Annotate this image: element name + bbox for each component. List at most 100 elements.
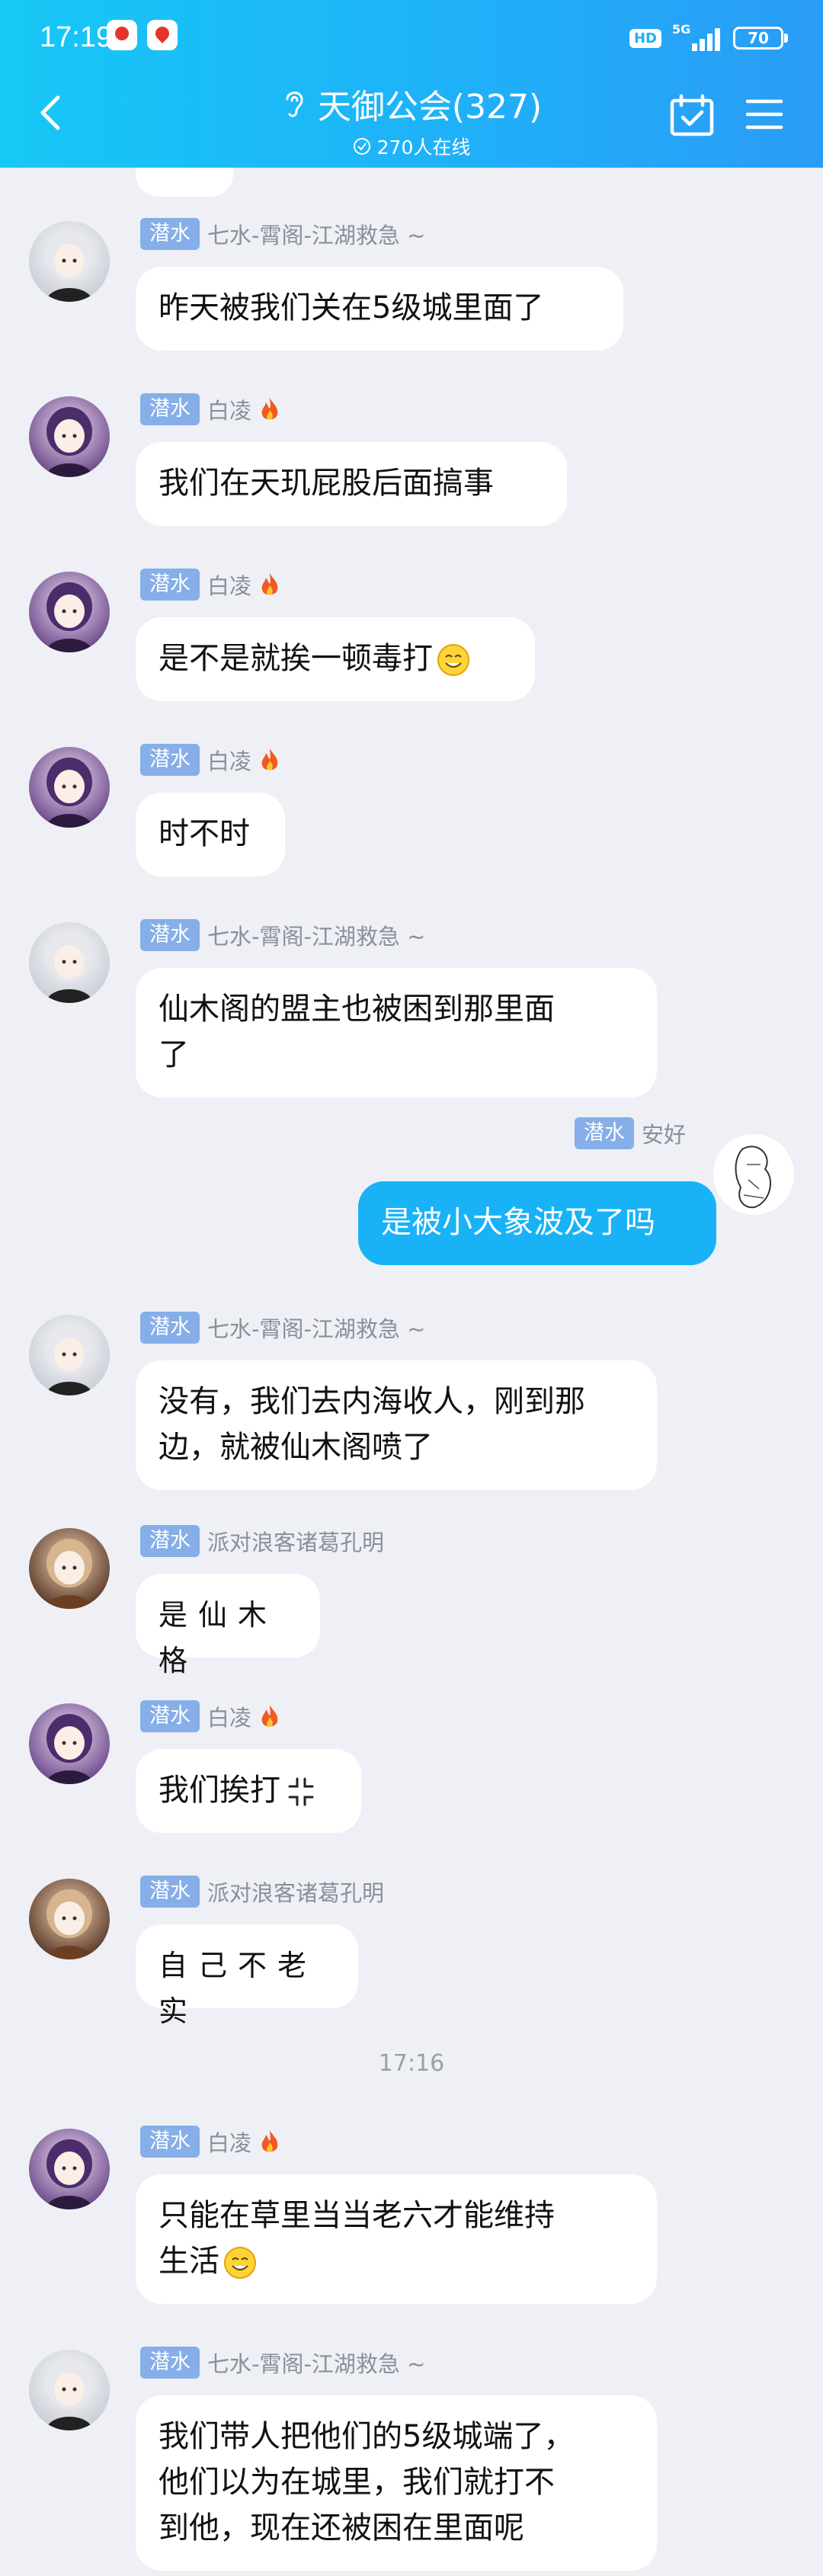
fire-icon xyxy=(261,2130,278,2152)
sender-line: 潜水 白凌 xyxy=(140,1699,280,1734)
status-time: 17:19 xyxy=(40,21,113,53)
sender-name[interactable]: 派对浪客诸葛孔明 xyxy=(207,1525,384,1557)
online-count: 270人在线 xyxy=(376,136,471,159)
message-text: 我们带人把他们的5级城端了， 他们以为在城里，我们就打不 到他，现在还被困在里面… xyxy=(159,2419,575,2546)
member-tag-badge: 潜水 xyxy=(574,1117,634,1149)
member-tag-badge: 潜水 xyxy=(140,919,200,951)
anger-emoji-icon xyxy=(288,1777,314,1806)
avatar[interactable] xyxy=(713,1134,794,1215)
signal-icon: 5G xyxy=(672,22,722,51)
sender-name[interactable]: 白凌 xyxy=(207,393,251,425)
member-tag-badge: 潜水 xyxy=(140,744,200,776)
sender-name[interactable]: 白凌 xyxy=(207,1700,251,1732)
avatar[interactable] xyxy=(29,2350,110,2430)
sender-name[interactable]: 派对浪客诸葛孔明 xyxy=(207,1876,384,1908)
message-text: 我们挨打 xyxy=(159,1773,280,1808)
sender-line: 潜水 白凌 xyxy=(140,567,280,602)
sender-name[interactable]: 安好 xyxy=(642,1117,686,1149)
sender-line: 潜水 七水-霄阁-江湖救急 ~ xyxy=(140,1310,425,1345)
hd-icon: HD xyxy=(629,28,661,48)
message-bubble[interactable]: 是仙木格 xyxy=(136,1574,320,1677)
sender-name[interactable]: 白凌 xyxy=(207,2126,251,2158)
message-bubble[interactable]: 我们在天玑屁股后面搞事 xyxy=(136,442,567,526)
sender-line: 潜水 派对浪客诸葛孔明 xyxy=(140,1874,384,1909)
message-text: 昨天被我们关在5级城里面了 xyxy=(159,290,544,325)
sender-name[interactable]: 七水-霄阁-江湖救急 ~ xyxy=(207,218,425,250)
member-tag-badge: 潜水 xyxy=(140,1525,200,1557)
message-text: 是被小大象波及了吗 xyxy=(381,1205,655,1240)
avatar[interactable] xyxy=(29,396,110,477)
member-tag-badge: 潜水 xyxy=(140,2347,200,2379)
calendar-check-icon[interactable] xyxy=(669,93,715,137)
avatar[interactable] xyxy=(29,1879,110,1959)
sender-line: 潜水 派对浪客诸葛孔明 xyxy=(140,1523,384,1559)
notification-app-icon xyxy=(107,20,137,50)
avatar[interactable] xyxy=(29,922,110,1003)
check-circle-icon xyxy=(353,138,370,155)
fire-icon xyxy=(261,573,278,595)
avatar[interactable] xyxy=(29,1528,110,1609)
member-tag-badge: 潜水 xyxy=(140,2126,200,2158)
chat-header: 17:19 HD 5G 70 天御公会(327) 270人在线 xyxy=(0,0,823,168)
sender-name[interactable]: 七水-霄阁-江湖救急 ~ xyxy=(207,1312,425,1344)
sender-line: 潜水 白凌 xyxy=(140,742,280,777)
member-tag-badge: 潜水 xyxy=(140,1700,200,1732)
sender-line: 潜水 白凌 xyxy=(140,392,280,427)
member-tag-badge: 潜水 xyxy=(140,218,200,250)
notification-map-icon xyxy=(147,20,178,50)
sender-name[interactable]: 白凌 xyxy=(207,569,251,601)
sender-name[interactable]: 七水-霄阁-江湖救急 ~ xyxy=(207,919,425,951)
avatar[interactable] xyxy=(29,572,110,652)
avatar[interactable] xyxy=(29,1703,110,1784)
message-bubble[interactable]: 是被小大象波及了吗 xyxy=(358,1181,716,1265)
message-text: 没有，我们去内海收人，刚到那 边，就被仙木阁喷了 xyxy=(159,1384,585,1465)
ear-icon xyxy=(286,91,303,117)
sender-line: 潜水 白凌 xyxy=(140,2124,280,2159)
member-tag-badge: 潜水 xyxy=(140,569,200,601)
previous-message-bubble[interactable] xyxy=(136,168,233,197)
status-right: HD 5G 70 xyxy=(629,22,788,53)
message-bubble[interactable]: 仙木阁的盟主也被困到那里面 了 xyxy=(136,968,657,1097)
fire-icon xyxy=(261,1705,278,1727)
network-type: 5G xyxy=(672,22,691,37)
message-text: 仙木阁的盟主也被困到那里面 了 xyxy=(159,992,555,1072)
member-tag-badge: 潜水 xyxy=(140,393,200,425)
message-text: 是仙木格 xyxy=(159,1598,278,1677)
avatar[interactable] xyxy=(29,2129,110,2209)
menu-icon[interactable] xyxy=(745,96,783,133)
battery-level: 70 xyxy=(748,29,769,47)
member-tag-badge: 潜水 xyxy=(140,1876,200,1908)
message-timestamp: 17:16 xyxy=(378,2050,445,2077)
fire-icon xyxy=(261,748,278,771)
page-title: 天御公会(327) xyxy=(317,88,543,127)
avatar[interactable] xyxy=(29,747,110,828)
message-bubble[interactable]: 自己不老实 xyxy=(136,1924,358,2028)
message-bubble[interactable]: 我们带人把他们的5级城端了， 他们以为在城里，我们就打不 到他，现在还被困在里面… xyxy=(136,2395,657,2571)
fire-icon xyxy=(261,398,278,420)
sender-line: 潜水 七水-霄阁-江湖救急 ~ xyxy=(140,2345,425,2380)
sender-name[interactable]: 白凌 xyxy=(207,744,251,776)
chat-list[interactable]: 潜水 七水-霄阁-江湖救急 ~ 昨天被我们关在5级城里面了 潜水 白凌 我们在天玑屁股后… xyxy=(0,168,823,2576)
member-tag-badge: 潜水 xyxy=(140,1312,200,1344)
avatar[interactable] xyxy=(29,1315,110,1395)
smile-emoji-icon xyxy=(224,2247,256,2279)
message-bubble[interactable]: 没有，我们去内海收人，刚到那 边，就被仙木阁喷了 xyxy=(136,1360,657,1490)
status-bar: 17:19 HD 5G 70 xyxy=(0,0,823,76)
message-bubble[interactable]: 我们挨打 xyxy=(136,1749,361,1833)
avatar[interactable] xyxy=(29,221,110,302)
message-bubble[interactable]: 时不时 xyxy=(136,793,285,876)
sender-line: 潜水 安好 xyxy=(574,1116,686,1151)
message-text: 时不时 xyxy=(159,816,250,851)
message-bubble[interactable]: 是不是就挨一顿毒打 xyxy=(136,617,535,701)
message-text: 自己不老实 xyxy=(159,1949,318,2028)
message-text: 是不是就挨一顿毒打 xyxy=(159,641,433,676)
message-text: 我们在天玑屁股后面搞事 xyxy=(159,466,494,501)
smile-emoji-icon xyxy=(437,644,469,676)
sender-name[interactable]: 七水-霄阁-江湖救急 ~ xyxy=(207,2347,425,2379)
message-bubble[interactable]: 昨天被我们关在5级城里面了 xyxy=(136,267,623,351)
battery-icon: 70 xyxy=(733,27,788,50)
sender-line: 潜水 七水-霄阁-江湖救急 ~ xyxy=(140,216,425,252)
message-bubble[interactable]: 只能在草里当当老六才能维持 生活 xyxy=(136,2174,657,2304)
sender-line: 潜水 七水-霄阁-江湖救急 ~ xyxy=(140,918,425,953)
message-text: 只能在草里当当老六才能维持 生活 xyxy=(159,2198,555,2279)
